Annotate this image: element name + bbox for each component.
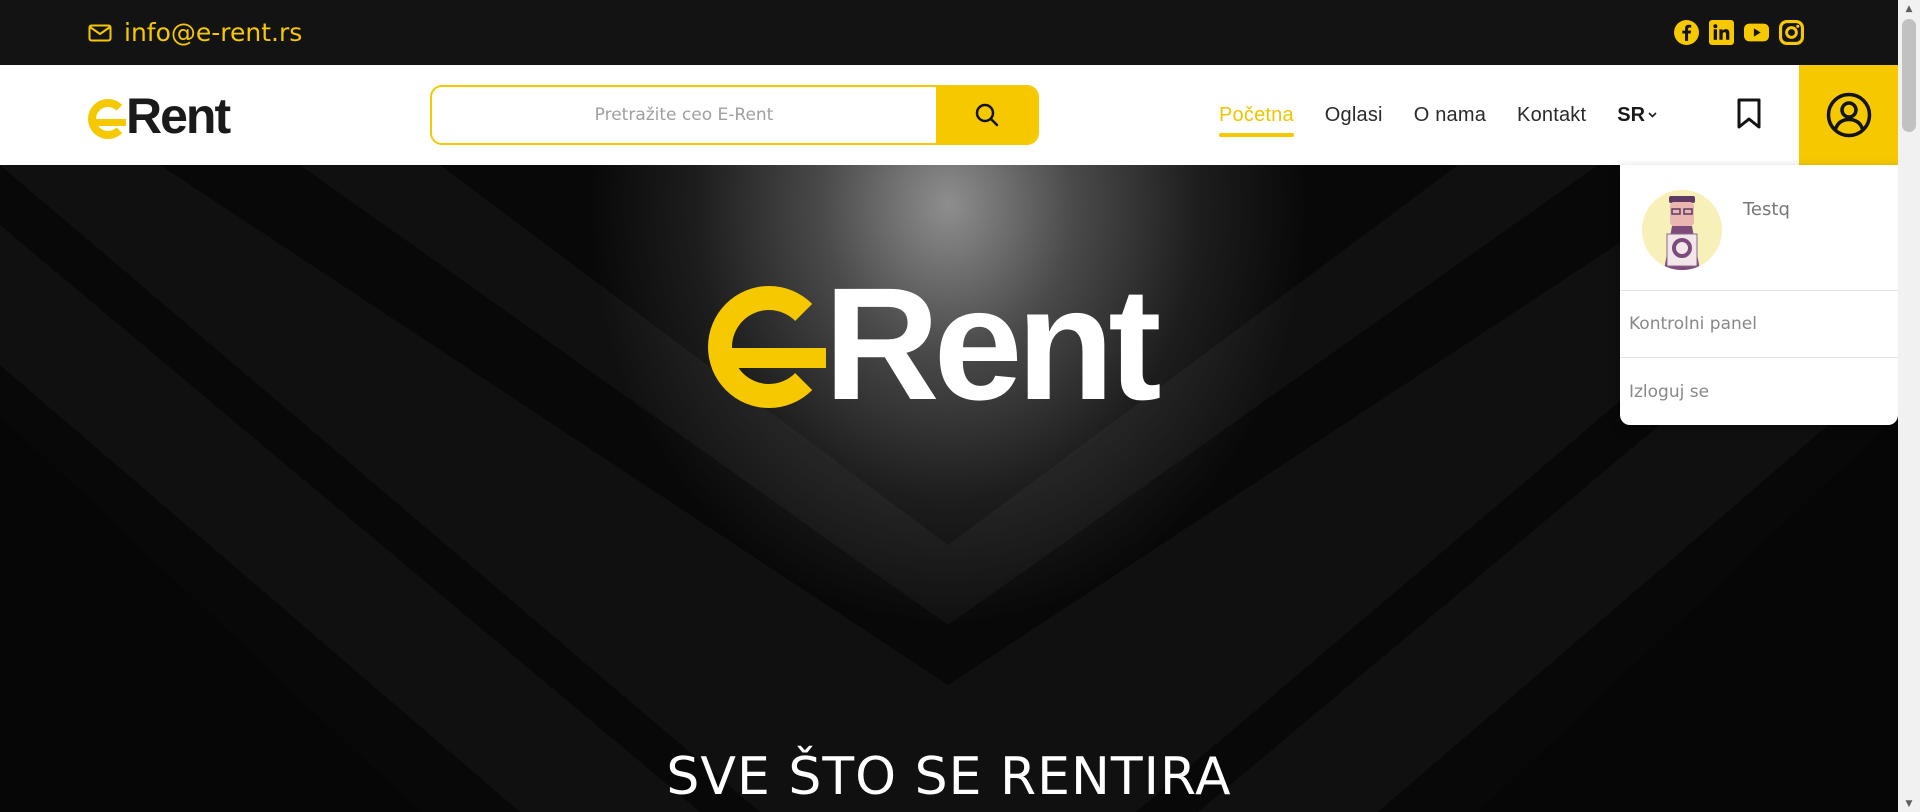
- dropdown-item-control-panel[interactable]: Kontrolni panel: [1620, 291, 1898, 358]
- linkedin-icon[interactable]: [1709, 20, 1734, 45]
- youtube-icon[interactable]: [1744, 20, 1769, 45]
- language-selector[interactable]: SR: [1617, 104, 1657, 127]
- user-menu-button[interactable]: [1799, 65, 1898, 165]
- nav-about[interactable]: O nama: [1414, 104, 1486, 127]
- contact-email-text: info@e-rent.rs: [124, 18, 303, 47]
- facebook-icon[interactable]: [1674, 20, 1699, 45]
- hero-tagline: SVE ŠTO SE RENTIRA: [666, 747, 1232, 807]
- hero-logo-e-mark: [708, 286, 830, 408]
- language-label: SR: [1617, 103, 1646, 126]
- dropdown-username: Testq: [1743, 199, 1790, 220]
- avatar-illustration: [1642, 190, 1722, 270]
- user-circle-icon: [1826, 92, 1871, 138]
- contact-email[interactable]: info@e-rent.rs: [88, 18, 302, 47]
- saved-listings-button[interactable]: [1736, 98, 1762, 134]
- search-icon: [975, 103, 998, 127]
- nav-contact[interactable]: Kontakt: [1517, 104, 1586, 127]
- main-header: Rent Početna Oglasi O nama Kontakt SR: [0, 65, 1898, 165]
- user-dropdown-menu: Testq Kontrolni panel Izloguj se: [1620, 165, 1898, 425]
- dropdown-user-info: Testq: [1620, 165, 1898, 291]
- hero-logo-word: Rent: [824, 254, 1162, 433]
- search-bar: [430, 85, 1039, 145]
- mail-icon: [88, 24, 112, 41]
- search-button[interactable]: [936, 87, 1037, 143]
- page-scrollbar[interactable]: ▲ ▼: [1898, 0, 1920, 812]
- top-bar: info@e-rent.rs: [0, 0, 1898, 65]
- hero-logo: Rent: [708, 254, 1162, 433]
- logo-word: Rent: [126, 88, 231, 144]
- scroll-down-arrow-icon[interactable]: ▼: [1898, 795, 1920, 812]
- site-logo[interactable]: Rent: [88, 88, 231, 144]
- bookmark-icon: [1737, 98, 1761, 129]
- social-links: [1674, 20, 1804, 45]
- dropdown-item-logout[interactable]: Izloguj se: [1620, 358, 1898, 425]
- search-input[interactable]: [432, 87, 936, 143]
- scrollbar-thumb[interactable]: [1902, 19, 1916, 132]
- nav-home[interactable]: Početna: [1219, 104, 1294, 137]
- main-nav: Početna Oglasi O nama Kontakt SR: [1219, 65, 1657, 165]
- hero-section: Rent SVE ŠTO SE RENTIRA: [0, 165, 1898, 812]
- scroll-up-arrow-icon[interactable]: ▲: [1898, 0, 1920, 17]
- logo-e-mark: [88, 99, 128, 139]
- chevron-down-icon: [1648, 112, 1657, 118]
- instagram-icon[interactable]: [1779, 20, 1804, 45]
- nav-listings[interactable]: Oglasi: [1325, 104, 1383, 127]
- avatar: [1642, 190, 1722, 270]
